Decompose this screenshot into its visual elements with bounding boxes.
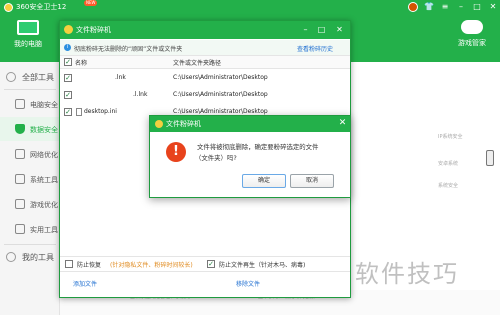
minimize-icon[interactable]: – <box>300 24 311 35</box>
dialog-title: 文件粉碎机 <box>166 120 201 128</box>
dialog-message-line2: （文件夹）吗? <box>195 154 237 162</box>
sidebar-all-tools[interactable]: 全部工具 <box>0 66 60 88</box>
app-title: 360安全卫士12 <box>16 3 67 11</box>
sidebar-my-tools[interactable]: 我的工具 <box>0 246 60 268</box>
close-icon[interactable]: ✕ <box>488 2 498 12</box>
file-row[interactable]: ✓ .l.lnk C:\Users\Administrator\Desktop <box>60 87 350 104</box>
sidebar-item-label: 网络优化 <box>30 151 58 159</box>
background-label: 系统安全 <box>438 183 459 189</box>
nav-my-computer[interactable]: 我的电脑 <box>0 20 56 60</box>
shirt-skin-icon[interactable]: 👕 <box>424 2 434 12</box>
select-all-checkbox[interactable]: ✓ <box>64 58 72 66</box>
grid-icon <box>6 72 16 82</box>
shredder-app-icon <box>155 120 163 128</box>
shredder-notice-text: 彻底粉碎无法删除的“顽固”文件或文件夹 <box>74 46 183 53</box>
app-sidebar: 全部工具 电脑安全 数据安全 网络优化 系统工具 游戏优化 实用工具 我的工具 <box>0 62 60 315</box>
file-list-header: ✓ 名称 文件或文件夹路径 <box>60 56 350 69</box>
sidebar-item-label: 系统工具 <box>30 176 58 184</box>
row-checkbox[interactable]: ✓ <box>64 108 72 116</box>
toolbox-icon <box>15 224 25 234</box>
sidebar-item-utility-tools[interactable]: 实用工具 <box>0 217 60 241</box>
sidebar-my-tools-label: 我的工具 <box>22 253 54 262</box>
prevent-recover-checkbox[interactable] <box>65 260 73 268</box>
shredder-app-icon <box>64 25 73 34</box>
warning-icon: ! <box>166 142 186 162</box>
sidebar-item-label: 电脑安全 <box>30 101 58 109</box>
dialog-titlebar[interactable]: 文件粉碎机 ✕ <box>150 116 350 132</box>
sidebar-item-computer-security[interactable]: 电脑安全 <box>0 92 60 116</box>
sidebar-item-label: 实用工具 <box>30 226 58 234</box>
add-file-link[interactable]: 添加文件 <box>73 279 97 288</box>
shredder-title: 文件粉碎机 <box>76 26 111 34</box>
divider <box>4 244 56 245</box>
app-titlebar: 360安全卫士12 NEW 👕 ≡ – □ ✕ <box>0 0 500 14</box>
close-icon[interactable]: ✕ <box>337 118 348 129</box>
gamepad-small-icon <box>15 199 25 209</box>
column-header-name[interactable]: 名称 <box>75 58 87 67</box>
remove-file-link[interactable]: 移除文件 <box>236 279 260 288</box>
file-name: .lnk <box>115 74 126 81</box>
sidebar-item-label: 游戏优化 <box>30 201 58 209</box>
prevent-recover-label: 防止恢复 <box>77 262 102 269</box>
heart-icon <box>6 252 16 262</box>
column-header-path[interactable]: 文件或文件夹路径 <box>173 58 221 67</box>
network-icon <box>15 149 25 159</box>
shredder-titlebar[interactable]: 文件粉碎机 – □ ✕ <box>60 21 350 39</box>
file-path: C:\Users\Administrator\Desktop <box>173 108 268 115</box>
watermark-text: 软件技巧 <box>355 260 459 288</box>
nav-game-manager[interactable]: 游戏管家 <box>444 20 500 60</box>
file-path: C:\Users\Administrator\Desktop <box>173 91 268 98</box>
gamepad-icon <box>461 20 483 34</box>
file-name: .l.lnk <box>133 91 148 98</box>
close-icon[interactable]: ✕ <box>334 24 345 35</box>
row-checkbox[interactable]: ✓ <box>64 91 72 99</box>
confirm-button[interactable]: 确定 <box>242 174 286 188</box>
sidebar-item-game-optimize[interactable]: 游戏优化 <box>0 192 60 216</box>
app-logo-icon <box>4 3 13 12</box>
view-shred-history-link[interactable]: 查看粉碎历史 <box>297 44 333 53</box>
gear-icon <box>15 174 25 184</box>
monitor-icon <box>17 20 39 35</box>
confirm-dialog: 文件粉碎机 ✕ ! 文件将被彻底删除，确定要粉碎选定的文件 （文件夹）吗? 确定… <box>149 115 351 198</box>
maximize-icon[interactable]: □ <box>316 24 327 35</box>
computer-icon <box>15 99 25 109</box>
info-icon: i <box>64 44 71 51</box>
cancel-button[interactable]: 取消 <box>290 174 334 188</box>
sidebar-item-label: 数据安全 <box>30 126 58 134</box>
file-row[interactable]: ✓ .lnk C:\Users\Administrator\Desktop <box>60 70 350 87</box>
file-path: C:\Users\Administrator\Desktop <box>173 74 268 81</box>
sidebar-all-tools-label: 全部工具 <box>22 73 54 82</box>
prevent-regen-label: 防止文件再生（针对木马、病毒) <box>219 262 306 269</box>
shred-options-bar: 防止恢复 (针对隐私文件、粉碎时间较长) ✓ 防止文件再生（针对木马、病毒) <box>60 256 350 270</box>
sidebar-item-network-optimize[interactable]: 网络优化 <box>0 142 60 166</box>
shredder-footer: 添加文件 移除文件 <box>60 271 350 298</box>
divider <box>4 89 56 90</box>
prevent-recover-hint: (针对隐私文件、粉碎时间较长) <box>110 262 193 269</box>
restore-icon[interactable]: □ <box>472 2 482 12</box>
row-checkbox[interactable]: ✓ <box>64 74 72 82</box>
user-avatar[interactable] <box>408 2 418 12</box>
nav-game-manager-label: 游戏管家 <box>458 39 486 47</box>
file-name: desktop.ini <box>84 108 117 115</box>
background-label: 安卓系统 <box>438 161 459 167</box>
file-icon <box>76 108 82 116</box>
nav-my-computer-label: 我的电脑 <box>14 40 42 48</box>
sidebar-item-data-security[interactable]: 数据安全 <box>0 117 60 141</box>
scrollbar-thumb[interactable] <box>486 150 494 166</box>
menu-icon[interactable]: ≡ <box>440 2 450 12</box>
dialog-message-line1: 文件将被彻底删除，确定要粉碎选定的文件 <box>197 143 319 151</box>
new-badge: NEW <box>84 0 98 6</box>
sidebar-item-system-tools[interactable]: 系统工具 <box>0 167 60 191</box>
shredder-notice-bar: i 彻底粉碎无法删除的“顽固”文件或文件夹 查看粉碎历史 <box>60 40 350 56</box>
minimize-icon[interactable]: – <box>456 2 466 12</box>
prevent-regen-checkbox[interactable]: ✓ <box>207 260 215 268</box>
background-label: IP系统安全 <box>438 134 463 140</box>
shield-icon <box>15 124 25 134</box>
